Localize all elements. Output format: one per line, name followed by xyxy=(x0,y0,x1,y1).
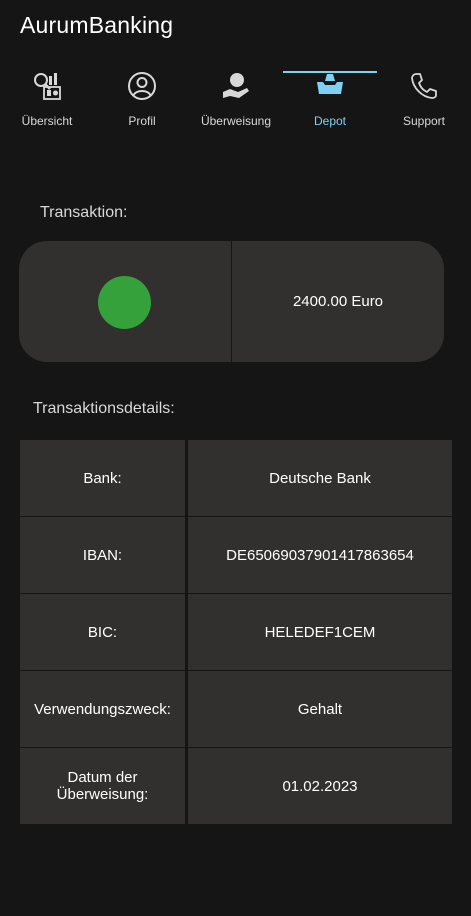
detail-value: Deutsche Bank xyxy=(188,440,452,516)
overview-icon xyxy=(34,73,61,100)
transaction-card: 2400.00 Euro xyxy=(19,241,444,362)
tab-label: Überweisung xyxy=(200,114,272,128)
status-indicator xyxy=(98,276,151,329)
detail-value: HELEDEF1CEM xyxy=(188,594,452,670)
tab-support[interactable]: Support xyxy=(377,66,471,140)
app-title: AurumBanking xyxy=(20,12,174,38)
tab-uebersicht[interactable]: Übersicht xyxy=(0,66,94,140)
detail-value: 01.02.2023 xyxy=(188,748,452,824)
active-tab-indicator xyxy=(283,71,377,73)
detail-key: Bank: xyxy=(20,440,185,516)
transfer-icon xyxy=(223,73,249,98)
tab-ueberweisung[interactable]: Überweisung xyxy=(189,66,283,140)
detail-key: IBAN: xyxy=(20,517,185,593)
detail-key: Verwendungszweck: xyxy=(20,671,185,747)
tab-label: Übersicht xyxy=(21,114,73,128)
transaction-heading: Transaktion: xyxy=(40,204,128,221)
details-heading: Transaktionsdetails: xyxy=(33,400,175,417)
tab-label: Profil xyxy=(128,114,156,128)
tab-profil[interactable]: Profil xyxy=(95,66,189,140)
details-table: Bank: Deutsche Bank IBAN: DE650690379014… xyxy=(19,440,453,824)
detail-value: DE65069037901417863654 xyxy=(188,517,452,593)
detail-key: BIC: xyxy=(20,594,185,670)
profile-icon xyxy=(128,72,156,100)
detail-key: Datum der Überweisung: xyxy=(20,748,185,824)
transaction-amount: 2400.00 Euro xyxy=(292,293,384,310)
tab-depot[interactable]: Depot xyxy=(283,66,377,140)
detail-value: Gehalt xyxy=(188,671,452,747)
phone-icon xyxy=(411,73,437,99)
tab-label: Support xyxy=(402,114,446,128)
depot-icon xyxy=(317,74,343,94)
tab-label: Depot xyxy=(313,114,347,128)
tab-bar: Übersicht Profil Überweisung Depot Suppo… xyxy=(0,66,471,140)
